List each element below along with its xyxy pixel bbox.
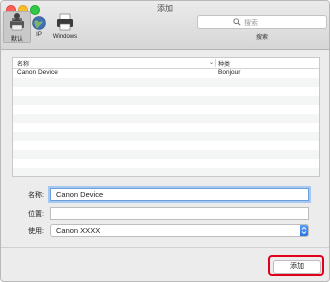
footer-divider <box>1 247 329 248</box>
sort-chevron-icon: ⌄ <box>209 60 215 66</box>
search-input[interactable]: 搜索 <box>197 15 327 29</box>
empty-row <box>13 114 319 123</box>
empty-row <box>13 87 319 96</box>
up-down-chevron-icon <box>301 226 307 235</box>
popup-stepper[interactable] <box>300 225 308 236</box>
list-item[interactable]: Canon Device Bonjour <box>13 69 319 78</box>
empty-row <box>13 123 319 132</box>
search-caption: 搜索 <box>255 35 268 41</box>
title-bar: 添加 默认 IP Windows 搜索 搜索 <box>1 1 329 50</box>
name-label: 名称: <box>28 192 44 199</box>
tab-default[interactable]: 默认 <box>3 11 31 43</box>
tab-ip-label: IP <box>36 32 42 38</box>
empty-row <box>13 141 319 150</box>
printer-name-cell: Canon Device <box>17 69 58 76</box>
tab-windows-label: Windows <box>52 34 78 40</box>
location-field[interactable] <box>50 207 309 220</box>
empty-row <box>13 159 319 168</box>
use-driver-value: Canon XXXX <box>56 226 101 235</box>
search-placeholder: 搜索 <box>244 20 258 27</box>
printer-kind-cell: Bonjour <box>218 69 241 76</box>
globe-icon <box>32 16 46 30</box>
column-header-name[interactable]: 名称 <box>17 59 29 68</box>
search-icon <box>233 18 241 26</box>
empty-row <box>13 78 319 87</box>
default-printer-icon <box>10 13 24 31</box>
column-divider <box>215 59 216 67</box>
empty-row <box>13 96 319 105</box>
empty-row <box>13 150 319 159</box>
name-field[interactable]: Canon Device <box>50 188 309 201</box>
column-header-kind[interactable]: 种类 <box>218 59 230 68</box>
tab-windows[interactable]: Windows <box>49 12 81 42</box>
add-printer-window: 添加 默认 IP Windows 搜索 搜索 名称 ⌄ 种类 Canon Dev… <box>0 0 330 282</box>
use-driver-select[interactable]: Canon XXXX <box>50 224 309 237</box>
use-label: 使用: <box>28 228 44 235</box>
list-header: 名称 ⌄ 种类 <box>13 58 319 69</box>
add-button[interactable]: 添加 <box>273 260 321 274</box>
tab-ip[interactable]: IP <box>31 12 47 42</box>
name-field-value: Canon Device <box>56 190 104 199</box>
empty-row <box>13 132 319 141</box>
empty-row <box>13 168 319 176</box>
printer-list[interactable]: 名称 ⌄ 种类 Canon Device Bonjour <box>12 57 320 177</box>
printer-icon <box>57 13 73 31</box>
location-label: 位置: <box>28 211 44 218</box>
tab-default-label: 默认 <box>10 37 23 43</box>
empty-row <box>13 105 319 114</box>
